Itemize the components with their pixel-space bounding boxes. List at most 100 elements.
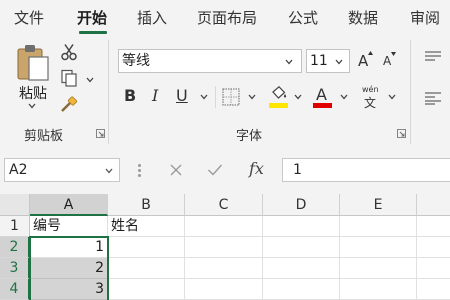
divider — [215, 86, 216, 108]
underline-button[interactable]: U — [176, 86, 188, 105]
align-left-icon[interactable] — [424, 91, 442, 105]
chevron-down-icon — [285, 59, 293, 65]
group-separator — [410, 40, 411, 144]
borders-dropdown-icon[interactable] — [248, 94, 256, 100]
copy-dropdown-icon[interactable] — [86, 77, 94, 83]
tab-insert[interactable]: 插入 — [137, 7, 167, 28]
bold-button[interactable]: B — [124, 86, 136, 105]
arrow-down-icon — [391, 52, 396, 56]
column-header-c[interactable]: C — [185, 194, 263, 216]
cell-e3[interactable] — [340, 258, 417, 279]
active-tab-indicator — [79, 31, 107, 34]
formula-input[interactable]: 1 — [282, 158, 450, 182]
font-dialog-launcher-icon[interactable] — [397, 129, 406, 138]
fill-color-button[interactable] — [268, 86, 290, 110]
enter-check-icon[interactable] — [207, 163, 223, 177]
clipboard-group-label: 剪贴板 — [24, 129, 64, 144]
name-box-value: A2 — [9, 162, 28, 178]
clipboard-dialog-launcher-icon[interactable] — [96, 129, 105, 138]
increase-font-size-button[interactable]: A — [356, 50, 373, 70]
cell-f2[interactable] — [417, 237, 450, 258]
paint-bucket-icon — [272, 86, 287, 99]
phonetic-pinyin-label: wén — [362, 85, 379, 94]
cell-e2[interactable] — [340, 237, 417, 258]
font-group-label: 字体 — [236, 129, 263, 144]
cell-c4[interactable] — [185, 279, 263, 300]
font-color-dropdown-icon[interactable] — [340, 94, 348, 100]
cell-f1[interactable] — [417, 216, 450, 237]
cell-a4[interactable]: 3 — [30, 279, 108, 300]
cell-d1[interactable] — [263, 216, 340, 237]
align-top-icon[interactable] — [424, 50, 442, 64]
font-size-value: 11 — [310, 53, 328, 69]
format-painter-icon[interactable] — [60, 96, 78, 114]
cell-a2[interactable]: 1 — [30, 237, 108, 258]
column-header-e[interactable]: E — [340, 194, 417, 216]
paste-icon — [17, 45, 49, 81]
cell-a3[interactable]: 2 — [30, 258, 108, 279]
row-header-2[interactable]: 2 — [0, 237, 30, 258]
cell-d2[interactable] — [263, 237, 340, 258]
select-all-corner[interactable] — [0, 194, 30, 216]
borders-icon[interactable] — [222, 88, 240, 106]
paste-label: 粘贴 — [19, 86, 47, 102]
tab-home[interactable]: 开始 — [77, 7, 107, 28]
font-name-value: 等线 — [122, 53, 150, 69]
chevron-down-icon — [335, 59, 343, 65]
tab-file[interactable]: 文件 — [14, 7, 44, 28]
column-header-b[interactable]: B — [108, 194, 185, 216]
copy-icon[interactable] — [60, 69, 78, 87]
cell-a1[interactable]: 编号 — [30, 216, 108, 237]
phonetic-guide-button[interactable]: wén 文 — [362, 85, 382, 111]
group-separator — [108, 40, 109, 144]
name-box[interactable]: A2 — [4, 158, 120, 182]
font-color-button[interactable]: A — [312, 85, 334, 110]
arrow-up-icon — [368, 51, 373, 55]
cell-e1[interactable] — [340, 216, 417, 237]
cell-c1[interactable] — [185, 216, 263, 237]
worksheet-grid: A B C D E 1 2 3 4 编号 姓名 1 2 3 — [0, 194, 450, 300]
row-header-3[interactable]: 3 — [0, 258, 30, 279]
column-header-a[interactable]: A — [30, 194, 108, 216]
tab-page-layout[interactable]: 页面布局 — [197, 7, 257, 28]
cell-b4[interactable] — [108, 279, 185, 300]
tab-data[interactable]: 数据 — [348, 7, 378, 28]
grow-font-label: A — [358, 52, 369, 70]
column-header-d[interactable]: D — [263, 194, 340, 216]
cell-f4[interactable] — [417, 279, 450, 300]
phonetic-char-label: 文 — [364, 96, 377, 110]
cancel-icon[interactable] — [169, 163, 183, 177]
cut-icon[interactable] — [60, 43, 78, 61]
formula-bar-grip[interactable] — [138, 164, 141, 178]
cell-d4[interactable] — [263, 279, 340, 300]
cell-f3[interactable] — [417, 258, 450, 279]
shrink-font-label: A — [383, 54, 392, 68]
decrease-font-size-button[interactable]: A — [381, 50, 397, 70]
cell-b1[interactable]: 姓名 — [108, 216, 185, 237]
phonetic-dropdown-icon[interactable] — [388, 94, 396, 100]
fill-color-swatch — [269, 103, 288, 108]
row-header-4[interactable]: 4 — [0, 279, 30, 300]
font-name-box[interactable]: 等线 — [118, 49, 302, 73]
font-size-box[interactable]: 11 — [306, 49, 350, 73]
cell-b3[interactable] — [108, 258, 185, 279]
fill-color-dropdown-icon[interactable] — [294, 94, 302, 100]
cell-d3[interactable] — [263, 258, 340, 279]
cell-e4[interactable] — [340, 279, 417, 300]
ribbon: 粘贴 剪贴板 等线 11 A A B I U A wén 文 字体 — [0, 36, 450, 148]
tab-formulas[interactable]: 公式 — [288, 7, 318, 28]
cell-b2[interactable] — [108, 237, 185, 258]
tab-review[interactable]: 审阅 — [410, 7, 440, 28]
row-header-1[interactable]: 1 — [0, 216, 30, 237]
ribbon-tab-bar: 文件 开始 插入 页面布局 公式 数据 审阅 — [0, 0, 450, 36]
chevron-down-icon — [105, 168, 113, 174]
italic-button[interactable]: I — [152, 86, 158, 105]
underline-dropdown-icon[interactable] — [200, 94, 208, 100]
insert-function-button[interactable]: fx — [249, 159, 264, 178]
cell-c3[interactable] — [185, 258, 263, 279]
formula-value: 1 — [293, 162, 302, 178]
column-header-f[interactable] — [417, 194, 450, 216]
font-color-letter: A — [316, 85, 327, 104]
paste-button[interactable]: 粘贴 — [10, 40, 54, 109]
cell-c2[interactable] — [185, 237, 263, 258]
